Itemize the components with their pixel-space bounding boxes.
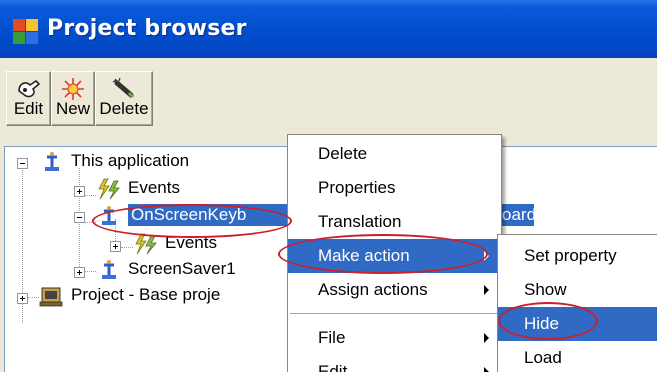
menu-item-properties[interactable]: Properties <box>288 171 501 205</box>
submenu-item-hide[interactable]: Hide <box>498 307 657 341</box>
delete-button[interactable]: Delete <box>95 71 153 126</box>
collapse-toggle[interactable] <box>74 212 85 223</box>
submenu-item-label: Hide <box>524 314 559 333</box>
menu-item-label: Translation <box>318 212 402 231</box>
submenu-item-label: Load <box>524 348 562 367</box>
menu-item-label: Make action <box>318 246 410 265</box>
tree-node-label: Events <box>128 178 180 197</box>
tree-node-label-left: OnScreenKeyb <box>131 205 247 224</box>
tree-node-label: Events <box>165 233 217 252</box>
submenu-item-show[interactable]: Show <box>498 273 657 307</box>
client-area: Edit New Delete This application Events … <box>0 58 657 372</box>
submenu-item-load[interactable]: Load <box>498 341 657 372</box>
collapse-toggle[interactable] <box>17 158 28 169</box>
tree-node-label: ScreenSaver1 <box>128 259 236 278</box>
tree-node-project[interactable]: Project - Base proje <box>5 284 295 310</box>
delete-button-label: Delete <box>99 99 149 118</box>
title-bar[interactable]: Project browser <box>0 0 657 58</box>
submenu-item-label: Show <box>524 280 567 299</box>
tree-node-label-tail: oard <box>502 205 537 224</box>
tree-node-label: This application <box>71 151 190 170</box>
new-button[interactable]: New <box>51 71 95 126</box>
expand-toggle[interactable] <box>74 186 85 197</box>
window-title: Project browser <box>47 16 247 41</box>
menu-item-assign-actions[interactable]: Assign actions <box>288 273 501 307</box>
expand-toggle[interactable] <box>110 241 121 252</box>
menu-item-edit[interactable]: Edit <box>288 355 501 372</box>
project-browser-window: Project browser Edit New Delete This app… <box>0 0 657 372</box>
menu-item-label: Edit <box>318 362 348 372</box>
project-icon <box>39 287 63 307</box>
delete-icon <box>112 77 135 99</box>
edit-icon <box>17 79 40 98</box>
tree-node-screensaver1[interactable]: ScreenSaver1 <box>5 258 295 284</box>
submenu-arrow-icon <box>484 285 489 295</box>
tree-node-this-application[interactable]: This application <box>5 150 295 176</box>
menu-item-label: Assign actions <box>318 280 428 299</box>
expand-toggle[interactable] <box>74 267 85 278</box>
events-icon <box>135 233 157 255</box>
menu-item-file[interactable]: File <box>288 321 501 355</box>
app-node-icon <box>102 206 116 225</box>
context-menu: Delete Properties Translation Make actio… <box>287 134 502 372</box>
tree-node-events[interactable]: Events <box>5 177 265 203</box>
app-node-icon <box>45 152 59 171</box>
project-browser-app-icon <box>13 19 39 45</box>
make-action-submenu: Set property Show Hide Load <box>497 234 657 372</box>
menu-item-make-action[interactable]: Make action <box>288 239 501 273</box>
submenu-item-label: Set property <box>524 246 617 265</box>
menu-item-label: Delete <box>318 144 368 163</box>
menu-item-label: Properties <box>318 178 396 197</box>
app-node-icon <box>102 260 116 279</box>
submenu-item-set-property[interactable]: Set property <box>498 239 657 273</box>
new-icon <box>62 78 84 100</box>
submenu-arrow-icon <box>484 251 489 261</box>
edit-button-label: Edit <box>13 99 44 118</box>
menu-separator <box>290 313 499 314</box>
menu-item-translation[interactable]: Translation <box>288 205 501 239</box>
tree-node-events-child[interactable]: Events <box>5 232 265 258</box>
new-button-label: New <box>55 99 90 118</box>
submenu-arrow-icon <box>484 333 489 343</box>
menu-item-delete[interactable]: Delete <box>288 137 501 171</box>
edit-button[interactable]: Edit <box>6 71 51 126</box>
tree-node-label: Project - Base proje <box>71 285 221 304</box>
expand-toggle[interactable] <box>17 293 28 304</box>
menu-item-label: File <box>318 328 346 347</box>
submenu-arrow-icon <box>484 367 489 372</box>
events-icon <box>98 178 120 200</box>
